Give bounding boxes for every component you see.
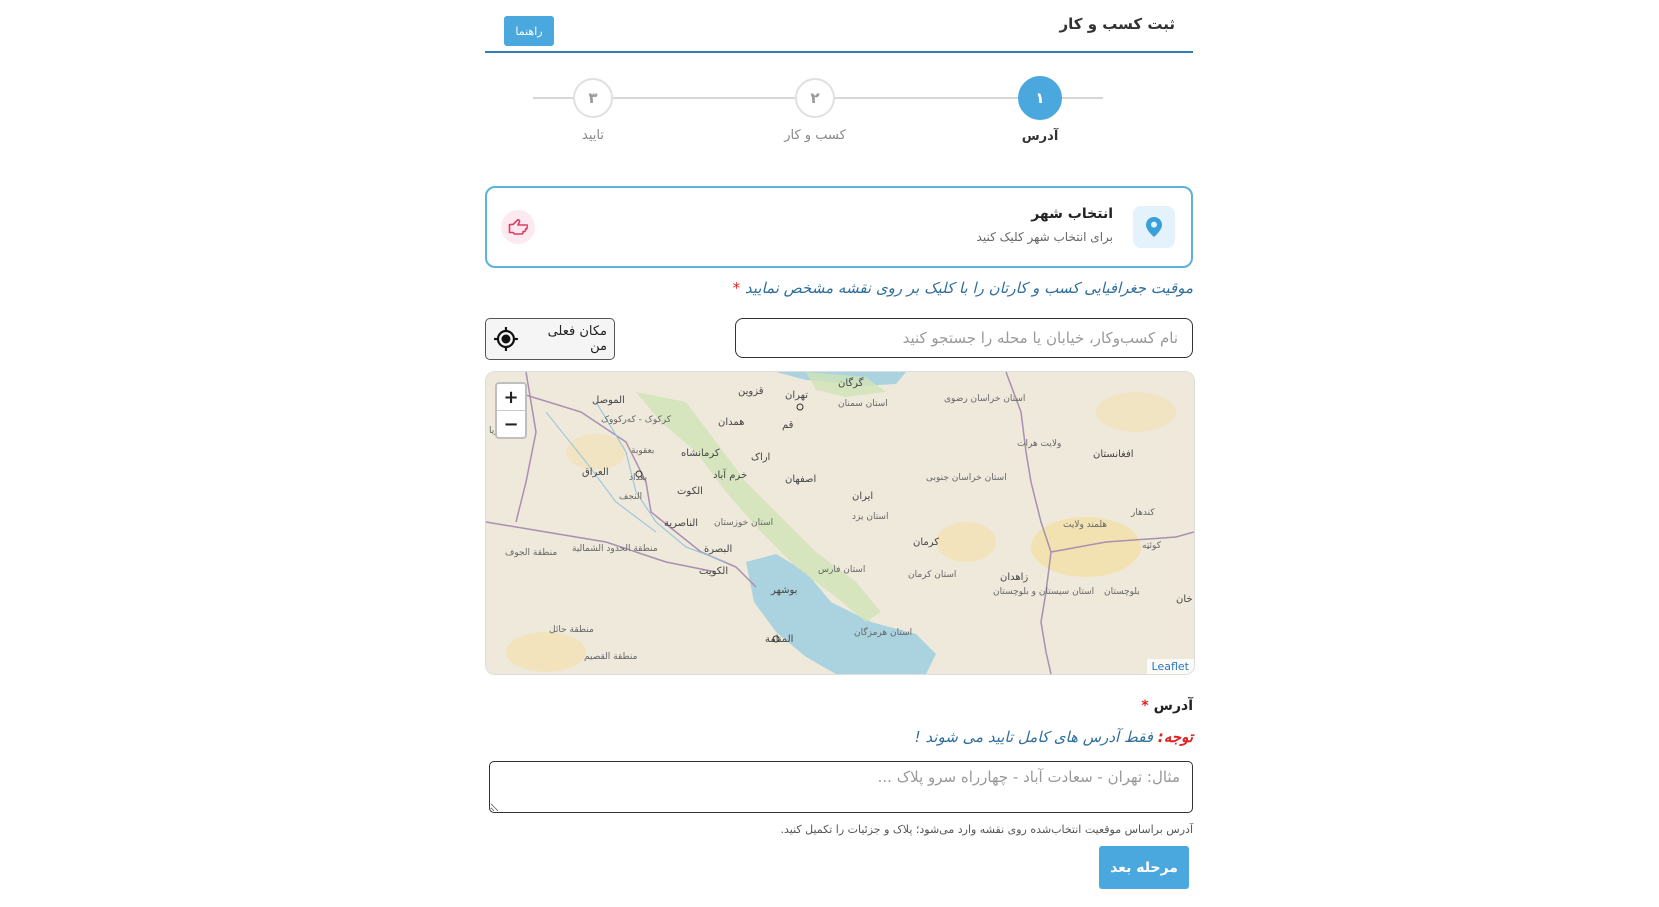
page-container: ثبت کسب و کار راهنما ۱ آدرس ۲ کسب و کار … <box>485 0 1195 907</box>
address-textarea[interactable] <box>489 761 1193 813</box>
map-label: الكويت <box>699 566 729 577</box>
map-label: قم <box>782 420 794 431</box>
map-label: کوئټه <box>1142 541 1161 551</box>
map-label: النجف <box>619 492 643 502</box>
next-step-button[interactable]: مرحله بعد <box>1099 846 1189 889</box>
address-label: آدرس * <box>1137 698 1193 714</box>
note-text: فقط آدرس های کامل تایید می شوند ! <box>914 728 1153 746</box>
map-label: بلوچستان <box>1104 587 1140 597</box>
crosshair-icon <box>493 327 518 351</box>
step-number: ۱ <box>1018 76 1062 120</box>
current-location-label: مکان فعلی من <box>547 324 607 354</box>
map-label: اراک <box>751 452 771 463</box>
city-select-title: انتخاب شهر <box>1031 206 1113 222</box>
step-number: ۲ <box>795 78 835 118</box>
map-label: قزوین <box>738 386 764 397</box>
page-header: ثبت کسب و کار راهنما <box>485 0 1193 53</box>
zoom-out-button[interactable]: − <box>497 411 525 437</box>
map-label: گرگان <box>838 378 864 389</box>
step-confirm: ۳ تایید <box>543 78 643 143</box>
address-hint: آدرس براساس موقعیت انتخاب‌شده روی نقشه و… <box>780 823 1194 836</box>
step-label: تایید <box>582 128 604 143</box>
map-label: استان فارس <box>818 565 866 575</box>
pointing-hand-icon <box>501 210 535 244</box>
map-label: خرم آباد <box>713 470 748 481</box>
note-prefix: توجه: <box>1157 728 1193 746</box>
map-label: بوشهر <box>771 585 798 596</box>
step-business: ۲ کسب و کار <box>765 78 865 143</box>
step-label: کسب و کار <box>784 128 846 143</box>
map-instruction: موقیت جغرافیایی کسب و کارتان را با کلیک … <box>729 279 1193 297</box>
address-label-text: آدرس <box>1153 698 1193 714</box>
map-label: البصرة <box>704 544 733 555</box>
map-label: تهران <box>785 390 809 401</box>
instruction-text: موقیت جغرافیایی کسب و کارتان را با کلیک … <box>744 279 1193 297</box>
map-search-input[interactable] <box>735 318 1193 358</box>
map-label: کندهار <box>1131 508 1155 518</box>
zoom-in-button[interactable]: + <box>497 384 525 411</box>
map-label: بغداد <box>629 473 648 483</box>
map-zoom-control: + − <box>495 382 527 439</box>
map-label: کرمانشاه <box>681 448 720 459</box>
map-label: هلمند ولایت <box>1063 520 1108 530</box>
map-label: کرکوک - كەرکووک <box>601 415 672 425</box>
map-label: استان خوزستان <box>714 518 774 528</box>
map-label: استان هرمزگان <box>854 628 913 638</box>
page-title: ثبت کسب و کار <box>1059 15 1175 33</box>
map-label: العراق <box>582 467 609 478</box>
address-note: توجه: فقط آدرس های کامل تایید می شوند ! <box>915 728 1193 746</box>
map-label: استان یزد <box>852 512 889 522</box>
required-mark: * <box>732 279 741 297</box>
map-label: الكوت <box>677 486 703 497</box>
map-label: افغانستان <box>1093 449 1134 460</box>
map-label: خان <box>1176 594 1193 605</box>
map-label: ایران <box>852 491 874 502</box>
map-label: الناصرية <box>664 518 699 529</box>
map-label: منطقة حائل <box>549 625 594 635</box>
step-number: ۳ <box>573 78 613 118</box>
city-select-subtitle: برای انتخاب شهر کلیک کنید <box>976 230 1113 244</box>
help-button[interactable]: راهنما <box>504 16 554 46</box>
step-label: آدرس <box>1021 129 1059 144</box>
map-label: بعقوبة <box>631 446 655 456</box>
step-address: ۱ آدرس <box>990 76 1090 144</box>
map-label: استان سمنان <box>838 399 888 409</box>
map-label: منطقة الحدود الشمالية <box>572 544 658 554</box>
map-label: اصفهان <box>785 474 817 485</box>
map-label: منطقة الجوف <box>505 548 558 558</box>
map-label: الموصل <box>592 395 625 406</box>
map-label: استان کرمان <box>908 570 957 580</box>
map-attribution-link[interactable]: Leaflet <box>1146 659 1194 674</box>
required-mark: * <box>1141 698 1149 714</box>
city-select-card[interactable]: انتخاب شهر برای انتخاب شهر کلیک کنید <box>485 186 1193 268</box>
map-label: ولایت هرات <box>1017 439 1062 449</box>
map-label: استان خراسان رضوی <box>944 394 1026 404</box>
location-pin-icon <box>1133 206 1175 248</box>
map-label: همدان <box>718 417 745 428</box>
map-label: المنامة <box>765 634 794 645</box>
map-label: منطقة القصيم <box>584 652 638 662</box>
map-label: استان سیستان و بلوچستان <box>993 587 1095 597</box>
map-label: زاهدان <box>1000 572 1029 583</box>
current-location-button[interactable]: مکان فعلی من <box>485 318 615 360</box>
map-label: استان خراسان جنوبی <box>926 473 1007 483</box>
location-map[interactable]: گرگان تهران قزوین استان سمنان استان خراس… <box>485 371 1195 675</box>
map-label: کرمان <box>913 537 940 548</box>
